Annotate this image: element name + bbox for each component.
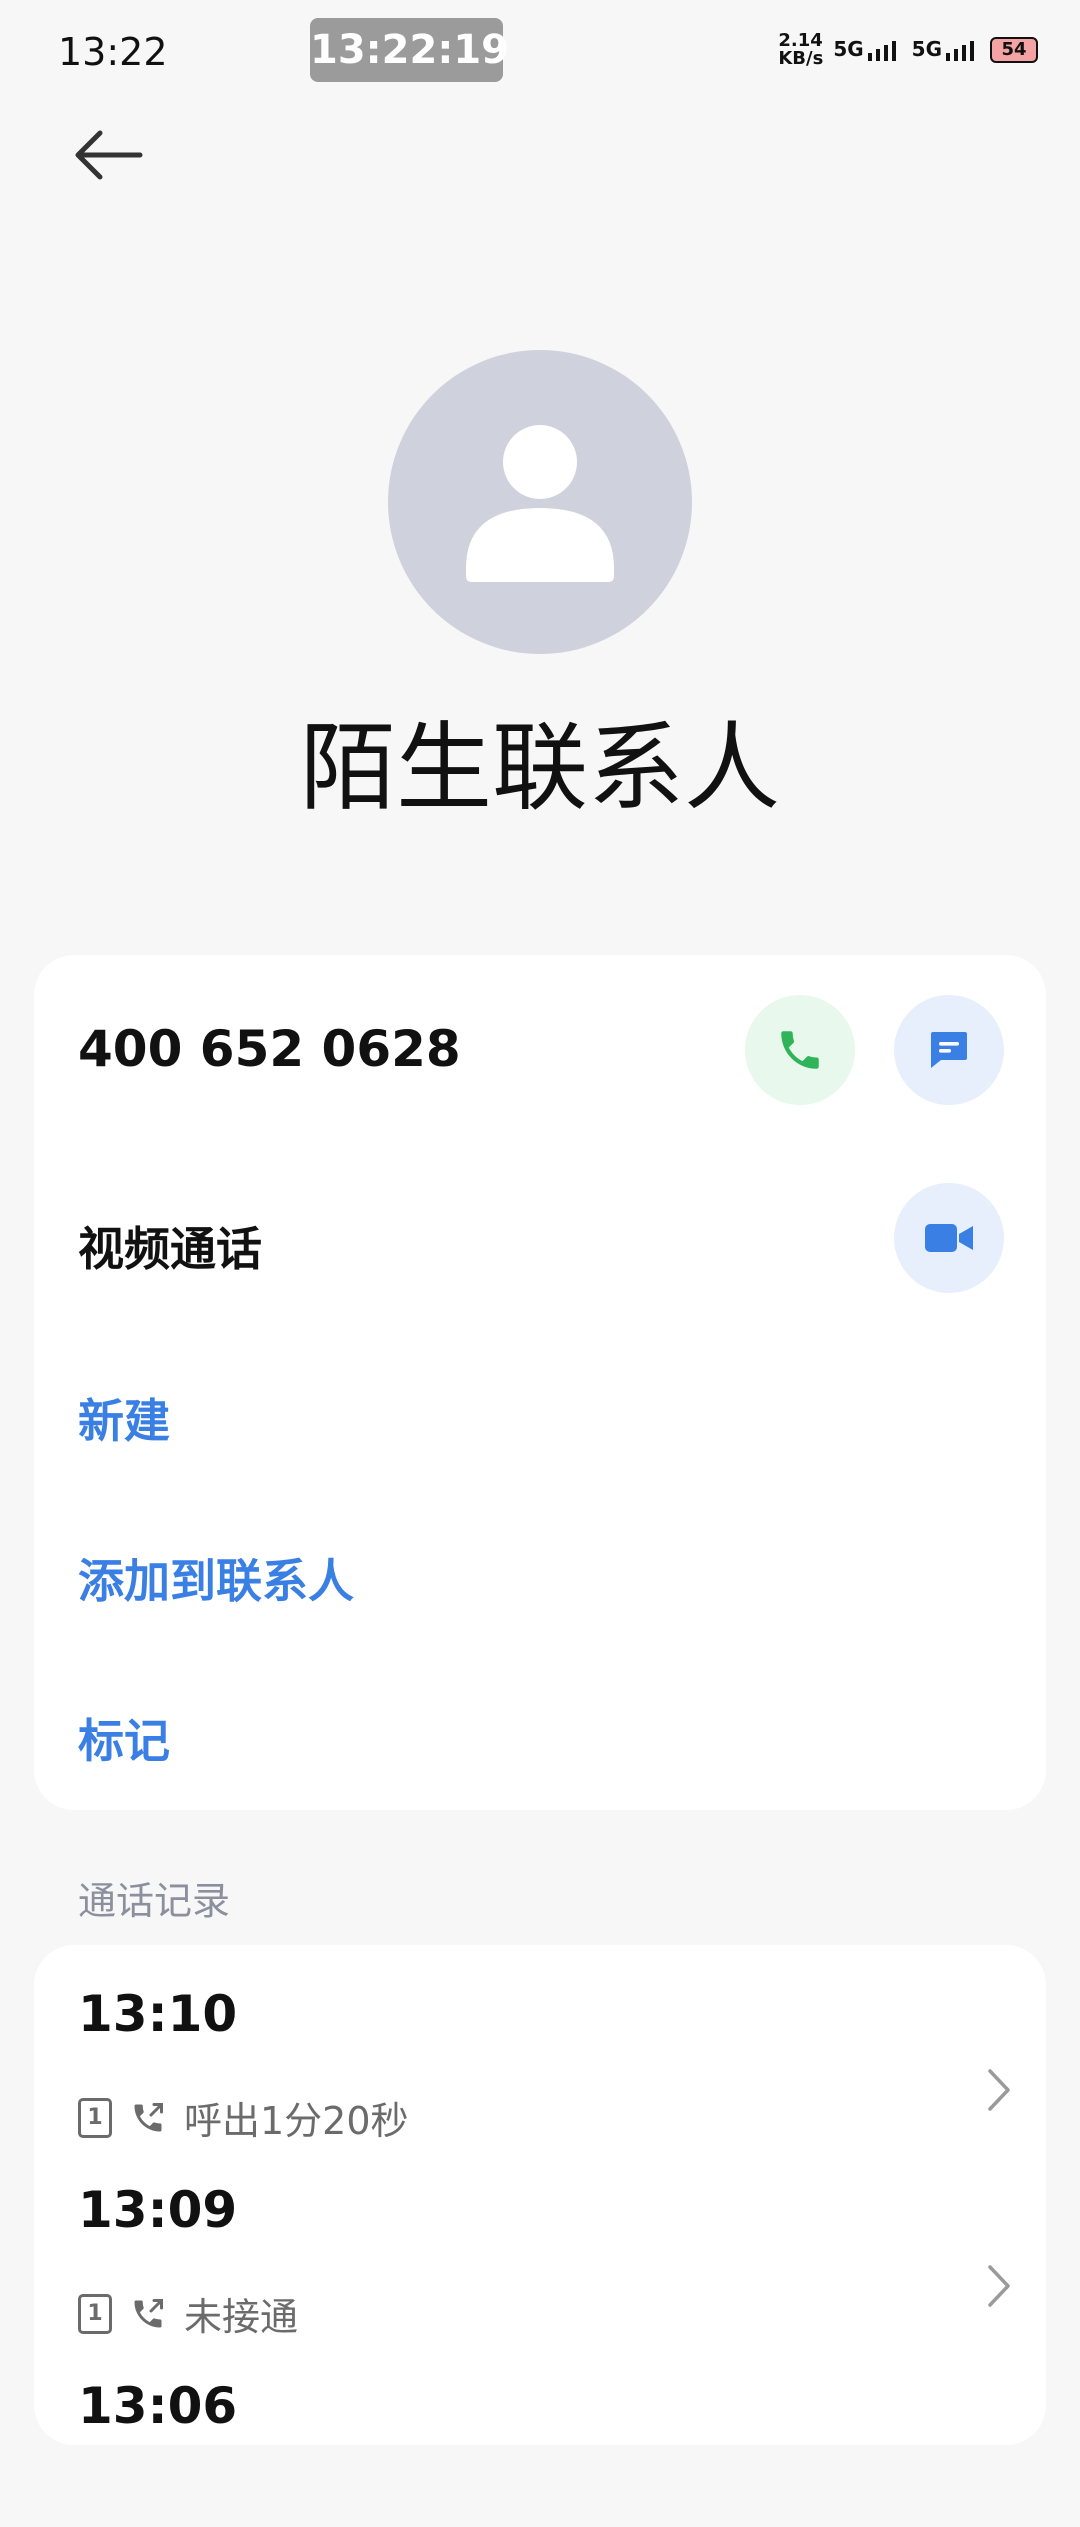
signal-icon	[867, 41, 896, 61]
mark-link[interactable]: 标记	[78, 1705, 170, 1771]
chevron-right-icon	[988, 2265, 1010, 2307]
call-time: 13:06	[78, 2377, 238, 2435]
phone-number[interactable]: 400 652 0628	[78, 1020, 461, 1078]
avatar	[388, 350, 692, 654]
phone-icon	[781, 1031, 819, 1069]
new-contact-link[interactable]: 新建	[78, 1385, 170, 1451]
outgoing-call-icon	[134, 2298, 163, 2327]
status-icons: 2.14 KB/s 5G 5G 54	[778, 30, 1038, 70]
call-time: 13:10	[78, 1985, 238, 2043]
status-time: 13:22	[58, 30, 168, 74]
back-button[interactable]	[70, 120, 150, 190]
call-detail-text: 未接通	[184, 2295, 299, 2339]
message-icon	[931, 1032, 967, 1068]
battery-icon: 54	[990, 37, 1038, 63]
outgoing-call-icon	[134, 2102, 163, 2131]
call-log-item[interactable]: 13:09 1 未接通	[78, 2181, 1018, 2339]
signal-2: 5G	[912, 37, 980, 63]
add-to-contacts-link[interactable]: 添加到联系人	[78, 1545, 354, 1611]
call-detail: 1 呼出1分20秒	[78, 2090, 409, 2145]
chevron-right-icon	[988, 2069, 1010, 2111]
signal-1: 5G	[833, 37, 901, 63]
call-detail: 1 未接通	[78, 2286, 298, 2341]
sim-card-icon: 1	[78, 2293, 112, 2334]
network-speed: 2.14 KB/s	[778, 30, 824, 69]
signal-icon	[946, 41, 974, 61]
screenshot-timestamp: 13:22:19	[310, 18, 509, 82]
contact-actions-card: 400 652 0628 视频通话 新建 添加到联系人 标记	[34, 955, 1046, 1810]
sim-card-icon: 1	[78, 2097, 112, 2138]
message-button[interactable]	[894, 995, 1004, 1105]
call-button[interactable]	[745, 995, 855, 1105]
call-log-card: 13:10 1 呼出1分20秒 13:09 1 未接通 13:06	[34, 1945, 1046, 2445]
status-bar: 13:22 13:22:19 2.14 KB/s 5G 5G 54	[0, 0, 1080, 100]
back-arrow-icon	[75, 130, 143, 180]
call-log-title: 通话记录	[78, 1879, 231, 1923]
video-call-label: 视频通话	[78, 1222, 262, 1276]
person-icon	[466, 425, 614, 582]
call-time: 13:09	[78, 2181, 238, 2239]
video-camera-icon	[925, 1224, 973, 1252]
call-detail-text: 呼出1分20秒	[184, 2099, 409, 2143]
contact-name: 陌生联系人	[300, 712, 780, 824]
call-log-item[interactable]: 13:10 1 呼出1分20秒	[78, 1985, 1018, 2143]
video-call-button[interactable]	[894, 1183, 1004, 1293]
